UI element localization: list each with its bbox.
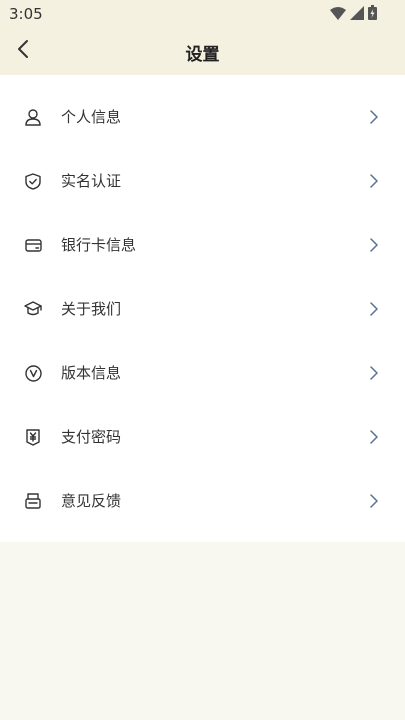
menu-item-label: 实名认证 [61,172,122,190]
payment-yuan-icon [24,428,42,446]
menu-item-version-info[interactable]: 版本信息 [0,341,405,405]
chevron-right-icon [369,173,379,189]
menu-item-label: 银行卡信息 [61,236,137,254]
menu-item-bank-card[interactable]: 银行卡信息 [0,213,405,277]
settings-menu: 个人信息 实名认证 银行卡信息 关于我们 版本信息 支付密码 意见反馈 [0,75,405,542]
person-icon [24,108,42,126]
menu-item-payment-password[interactable]: 支付密码 [0,405,405,469]
menu-item-label: 版本信息 [61,364,122,382]
feedback-printer-icon [24,492,42,510]
status-icons [330,4,377,24]
menu-item-about-us[interactable]: 关于我们 [0,277,405,341]
chevron-right-icon [369,237,379,253]
bank-card-icon [24,236,42,254]
status-time: 3:05 [9,5,43,23]
menu-item-personal-info[interactable]: 个人信息 [0,85,405,149]
graduation-cap-icon [24,300,42,318]
menu-item-real-name-auth[interactable]: 实名认证 [0,149,405,213]
menu-item-label: 意见反馈 [61,492,122,510]
menu-item-label: 关于我们 [61,300,122,318]
menu-item-feedback[interactable]: 意见反馈 [0,469,405,533]
cellular-signal-icon [350,5,364,24]
page-title: 设置 [185,45,220,65]
status-bar: 3:05 [0,0,405,28]
chevron-right-icon [369,429,379,445]
app-bar: 设置 [0,28,405,75]
battery-icon [368,4,377,24]
chevron-right-icon [369,493,379,509]
menu-item-label: 支付密码 [61,428,122,446]
version-v-icon [24,364,42,382]
shield-check-icon [24,172,42,190]
wifi-icon [330,5,346,24]
menu-item-label: 个人信息 [61,108,122,126]
chevron-right-icon [369,109,379,125]
chevron-right-icon [369,365,379,381]
chevron-right-icon [369,301,379,317]
